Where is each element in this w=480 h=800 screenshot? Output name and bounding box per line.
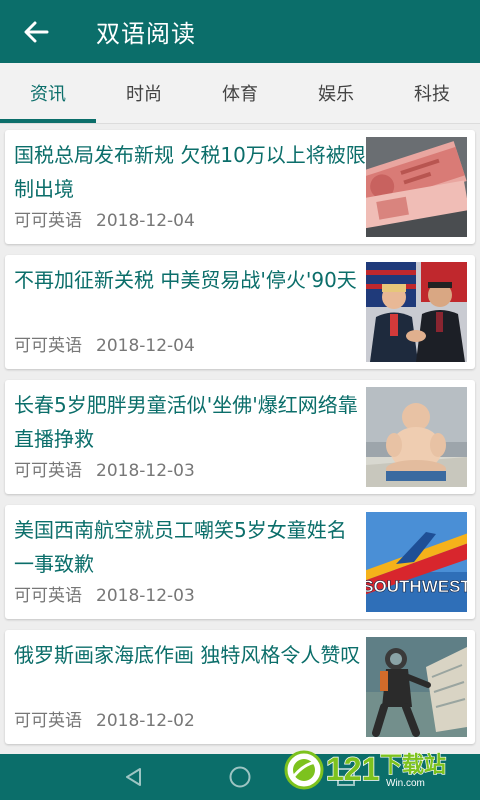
article-date: 2018-12-03 — [96, 461, 195, 481]
tab-sports[interactable]: 体育 — [192, 63, 288, 123]
child-photo-icon — [366, 387, 467, 487]
article-source: 可可英语 — [14, 461, 82, 481]
category-tabs: 资讯 时尚 体育 娱乐 科技 — [0, 63, 480, 124]
article-date: 2018-12-02 — [96, 711, 195, 731]
article-card[interactable]: 美国西南航空就员工嘲笑5岁女童姓名一事致歉 可可英语 2018-12-03 SOU… — [5, 505, 475, 619]
article-meta: 可可英语 2018-12-03 — [14, 581, 195, 606]
nav-back-button[interactable] — [104, 754, 164, 800]
leaders-handshake-icon — [366, 262, 467, 362]
article-title: 俄罗斯画家海底作画 独特风格令人赞叹 — [14, 643, 361, 667]
article-thumbnail — [366, 637, 467, 737]
arrow-back-icon — [24, 21, 49, 42]
watermark: 121 下载站 Win.com — [282, 744, 472, 792]
article-source: 可可英语 — [14, 211, 82, 231]
article-date: 2018-12-04 — [96, 211, 195, 231]
article-source: 可可英语 — [14, 586, 82, 606]
page-title: 双语阅读 — [96, 20, 196, 48]
back-button[interactable] — [0, 0, 72, 63]
tab-technology[interactable]: 科技 — [384, 63, 480, 123]
article-date: 2018-12-04 — [96, 336, 195, 356]
article-meta: 可可英语 2018-12-04 — [14, 206, 195, 231]
article-thumbnail — [366, 137, 467, 237]
article-title: 不再加征新关税 中美贸易战'停火'90天 — [14, 268, 357, 292]
tab-news[interactable]: 资讯 — [0, 63, 96, 123]
watermark-text: 下载站 — [380, 752, 446, 778]
article-meta: 可可英语 2018-12-04 — [14, 331, 195, 356]
article-card[interactable]: 长春5岁肥胖男童活似'坐佛'爆红网络靠直播挣救 可可英语 2018-12-03 — [5, 380, 475, 494]
nav-home-button[interactable] — [210, 754, 270, 800]
article-source: 可可英语 — [14, 336, 82, 356]
tab-fashion[interactable]: 时尚 — [96, 63, 192, 123]
article-title: 国税总局发布新规 欠税10万以上将被限制出境 — [14, 143, 366, 201]
article-card[interactable]: 国税总局发布新规 欠税10万以上将被限制出境 可可英语 2018-12-04 — [5, 130, 475, 244]
article-card[interactable]: 俄罗斯画家海底作画 独特风格令人赞叹 可可英语 2018-12-02 — [5, 630, 475, 744]
triangle-back-icon — [126, 768, 141, 786]
watermark-url: Win.com — [386, 778, 425, 789]
article-meta: 可可英语 2018-12-03 — [14, 456, 195, 481]
article-thumbnail — [366, 262, 467, 362]
article-card[interactable]: 不再加征新关税 中美贸易战'停火'90天 可可英语 2018-12-04 — [5, 255, 475, 369]
article-thumbnail: SOUTHWEST — [366, 512, 467, 612]
article-title: 美国西南航空就员工嘲笑5岁女童姓名一事致歉 — [14, 518, 347, 576]
watermark-number: 121 — [326, 751, 379, 787]
watermark-logo: 121 下载站 Win.com — [284, 750, 447, 790]
article-thumbnail — [366, 387, 467, 487]
article-list: 国税总局发布新规 欠税10万以上将被限制出境 可可英语 2018-12-04 不… — [0, 124, 480, 754]
tab-entertainment[interactable]: 娱乐 — [288, 63, 384, 123]
banknotes-icon — [366, 137, 467, 237]
article-title: 长春5岁肥胖男童活似'坐佛'爆红网络靠直播挣救 — [14, 393, 358, 451]
diver-painting-icon — [366, 637, 467, 737]
app-bar: 双语阅读 — [0, 0, 480, 63]
article-meta: 可可英语 2018-12-02 — [14, 706, 195, 731]
airplane-icon: SOUTHWEST — [366, 512, 467, 612]
circle-home-icon — [229, 766, 251, 788]
article-source: 可可英语 — [14, 711, 82, 731]
article-date: 2018-12-03 — [96, 586, 195, 606]
thumbnail-text: SOUTHWEST — [366, 577, 467, 596]
